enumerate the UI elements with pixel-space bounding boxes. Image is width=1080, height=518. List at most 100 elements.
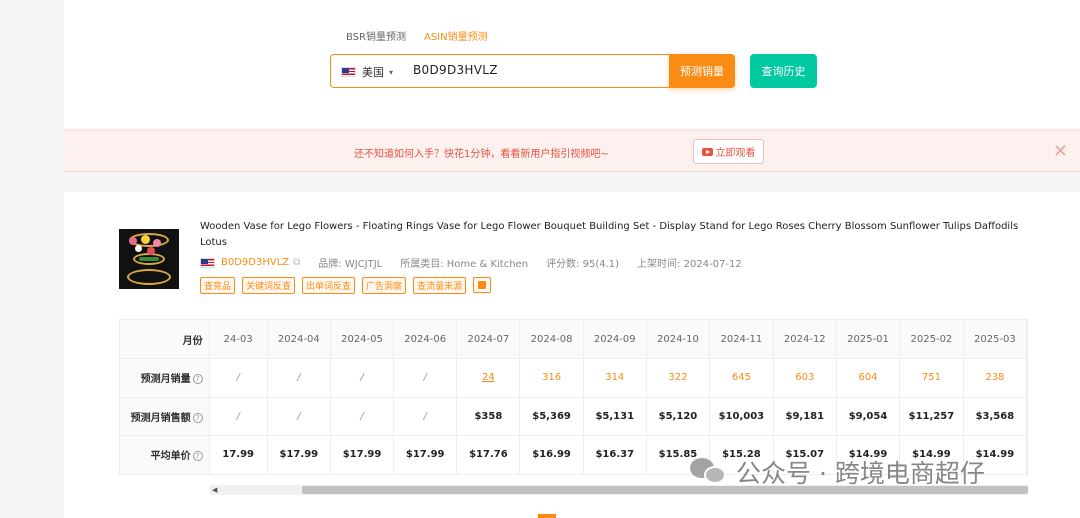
sales-cell[interactable]: 751 xyxy=(899,358,964,398)
sales-cell: / xyxy=(209,358,268,398)
category-text: 所属类目: Home & Kitchen xyxy=(400,259,529,270)
revenue-cell: $5,131 xyxy=(583,397,647,436)
price-cell: $16.99 xyxy=(519,435,584,474)
month-header: 2024-12 xyxy=(773,320,837,359)
chevron-down-icon: ▾ xyxy=(389,67,394,77)
sales-cell[interactable]: 238 xyxy=(963,358,1027,398)
product-image[interactable] xyxy=(119,229,179,289)
brand-text: 品牌: WJCJTJL xyxy=(318,259,383,270)
revenue-row: 预测月销售额? / / / / $358 $5,369 $5,131 $5,120 $10,00… xyxy=(120,397,1027,436)
price-label: 平均单价 xyxy=(150,451,191,463)
revenue-label-cell: 预测月销售额? xyxy=(120,397,210,436)
tab-bsr-forecast[interactable]: BSR销量预测 xyxy=(346,28,406,43)
price-cell: $17.99 xyxy=(267,435,331,474)
price-cell: $17.99 xyxy=(330,435,395,474)
help-icon[interactable]: ? xyxy=(192,451,203,462)
scroll-left-arrow-icon[interactable]: ◀ xyxy=(212,486,217,494)
sales-cell[interactable]: 24 xyxy=(456,358,521,398)
tab-asin-forecast[interactable]: ASIN销量预测 xyxy=(424,28,488,43)
external-link-icon[interactable]: ⧉ xyxy=(293,257,300,268)
asin-input[interactable]: B0D9D3HVLZ xyxy=(413,63,498,77)
product-title[interactable]: Wooden Vase for Lego Flowers - Floating … xyxy=(200,219,1030,250)
revenue-label: 预测月销售额 xyxy=(130,412,191,424)
price-label-cell: 平均单价? xyxy=(120,435,210,474)
video-play-icon xyxy=(701,147,713,156)
month-header: 2025-03 xyxy=(963,320,1027,359)
forecast-table: 月份 24-03 2024-04 2024-05 2024-06 2024-07 2024… xyxy=(120,320,1027,474)
sales-cell[interactable]: 603 xyxy=(773,358,837,398)
month-header: 2024-10 xyxy=(646,320,711,359)
asin-search-box: 美国 ▾ B0D9D3HVLZ 预测销量 xyxy=(330,54,735,88)
sales-cell[interactable]: 604 xyxy=(836,358,901,398)
month-header: 2025-01 xyxy=(836,320,901,359)
month-header: 2024-09 xyxy=(583,320,647,359)
revenue-cell: / xyxy=(209,397,268,436)
asin-link[interactable]: B0D9D3HVLZ xyxy=(221,257,289,268)
help-icon[interactable]: ? xyxy=(192,412,203,423)
month-row: 月份 24-03 2024-04 2024-05 2024-06 2024-07 2024… xyxy=(120,320,1027,359)
wechat-watermark: 公众号 · 跨境电商超仔 xyxy=(690,454,985,490)
predict-sales-button[interactable]: 预测销量 xyxy=(669,54,735,88)
tag-ad-insight[interactable]: 广告洞察 xyxy=(362,277,407,294)
sales-row: 预测月销量? / / //24 316 314 322 645 603 604 751 238 xyxy=(120,358,1027,398)
calculator-icon[interactable] xyxy=(473,277,492,293)
tag-competitors[interactable]: 查竞品 xyxy=(200,277,236,294)
help-icon[interactable]: ? xyxy=(192,374,203,385)
mode-tabs: BSR销量预测 ASIN销量预测 xyxy=(346,28,488,43)
month-header: 2024-04 xyxy=(267,320,331,359)
country-select[interactable]: 美国 ▾ xyxy=(341,64,393,80)
month-header: 24-03 xyxy=(209,320,268,359)
revenue-cell: $9,054 xyxy=(836,397,901,436)
sales-cell: / xyxy=(267,358,331,398)
price-cell: $17.76 xyxy=(456,435,521,474)
sales-cell: / xyxy=(330,358,395,398)
sales-cell: / xyxy=(393,358,458,398)
revenue-cell: $5,369 xyxy=(519,397,584,436)
month-header: 2024-05 xyxy=(330,320,395,359)
sales-label: 预测月销量 xyxy=(140,374,191,386)
action-tags: 查竞品 关键词反查 出单词反查 广告洞察 查流量来源 xyxy=(200,277,492,294)
sales-cell[interactable]: 322 xyxy=(646,358,711,398)
query-history-button[interactable]: 查询历史 xyxy=(750,54,817,88)
month-header: 2025-02 xyxy=(899,320,964,359)
revenue-cell: $3,568 xyxy=(963,397,1027,436)
price-cell: $16.37 xyxy=(583,435,647,474)
tag-order-keyword-reverse[interactable]: 出单词反查 xyxy=(302,277,356,294)
forecast-table-wrap: 月份 24-03 2024-04 2024-05 2024-06 2024-07 2024… xyxy=(119,319,1028,475)
tag-traffic-source[interactable]: 查流量来源 xyxy=(413,277,467,294)
rating-text: 评分数: 95(4.1) xyxy=(546,259,620,270)
sales-label-cell: 预测月销量? xyxy=(120,358,210,398)
month-label: 月份 xyxy=(120,320,210,359)
month-header: 2024-06 xyxy=(393,320,458,359)
sales-cell[interactable]: 316 xyxy=(519,358,584,398)
watch-now-button[interactable]: 立即观看 xyxy=(693,139,764,164)
banner-text: 还不知道如何入手？快花1分钟，看看新用户指引视频吧~ xyxy=(354,149,609,160)
us-flag-icon xyxy=(200,257,215,268)
listed-date-text: 上架时间: 2024-07-12 xyxy=(637,259,742,270)
revenue-cell: $5,120 xyxy=(646,397,711,436)
wechat-icon xyxy=(690,456,730,488)
revenue-cell: / xyxy=(393,397,458,436)
price-cell: $17.99 xyxy=(393,435,458,474)
revenue-cell: $358 xyxy=(456,397,521,436)
revenue-cell: $9,181 xyxy=(773,397,837,436)
watermark-text: 公众号 · 跨境电商超仔 xyxy=(736,459,985,488)
product-meta: B0D9D3HVLZ ⧉ 品牌: WJCJTJL 所属类目: Home & Ki… xyxy=(200,255,760,270)
revenue-cell: $10,003 xyxy=(709,397,774,436)
close-icon[interactable]: ✕ xyxy=(1053,141,1068,162)
sales-cell[interactable]: 645 xyxy=(709,358,774,398)
month-header: 2024-11 xyxy=(709,320,774,359)
tag-keyword-reverse[interactable]: 关键词反查 xyxy=(242,277,296,294)
price-cell: 17.99 xyxy=(209,435,268,474)
country-label: 美国 xyxy=(362,66,384,79)
revenue-cell: / xyxy=(330,397,395,436)
watch-now-label: 立即观看 xyxy=(715,148,756,159)
month-header: 2024-07 xyxy=(456,320,521,359)
revenue-cell: / xyxy=(267,397,331,436)
month-header: 2024-08 xyxy=(519,320,584,359)
chart-legend-swatch xyxy=(538,514,556,518)
search-panel: BSR销量预测 ASIN销量预测 美国 ▾ B0D9D3HVLZ 预测销量 查询… xyxy=(64,0,1080,128)
sales-cell[interactable]: 314 xyxy=(583,358,647,398)
onboarding-banner: 还不知道如何入手？快花1分钟，看看新用户指引视频吧~ 立即观看 ✕ xyxy=(64,130,1080,172)
us-flag-icon xyxy=(341,67,356,77)
